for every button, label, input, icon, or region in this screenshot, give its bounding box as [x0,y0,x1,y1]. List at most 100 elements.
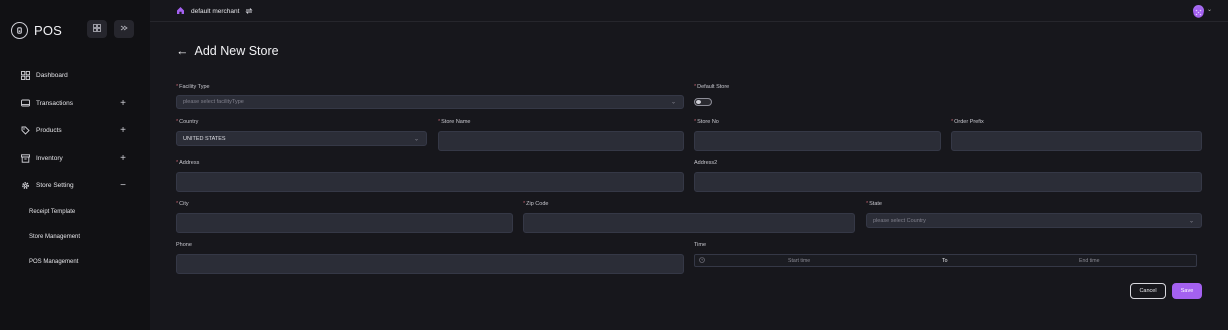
switch-icon[interactable] [245,7,254,17]
collapse-icon [120,24,128,34]
store-name-input[interactable] [438,131,684,151]
chevron-down-icon: ⌄ [1188,218,1194,224]
address-label: *Address [176,160,199,166]
address2-label: Address2 [694,160,718,166]
required-mark: * [694,119,697,125]
state-select[interactable]: please select Country ⌄ [866,213,1202,228]
sidebar-nav: Dashboard Transactions + Products + Inve… [0,62,150,275]
merchant-switcher[interactable]: default merchant [176,6,254,17]
sidebar-subitem-store-management[interactable]: Store Management [0,225,150,250]
required-mark: * [176,119,179,125]
archive-icon [20,153,30,163]
start-time-input[interactable]: Start time [788,258,810,264]
clock-icon [699,256,705,265]
phone-label: Phone [176,242,192,248]
store-no-label: *Store No [694,119,719,125]
state-label: *State [866,201,882,207]
expand-icon[interactable]: + [120,98,126,109]
required-mark: * [523,201,526,207]
required-mark: * [951,119,954,125]
sidebar-subitem-label: Store Management [29,234,81,240]
sidebar: POS Dashboard Transactions + Products + … [0,0,150,330]
required-mark: * [176,201,179,207]
chevron-down-icon: ⌄ [670,99,676,106]
sidebar-subitem-label: POS Management [29,259,79,265]
time-label: Time [694,242,707,248]
city-input[interactable] [176,213,513,233]
topbar: default merchant ⌄ [150,0,1228,22]
grid-icon [93,24,101,34]
save-button[interactable]: Save [1172,283,1202,299]
facility-type-label-text: Facility Type [179,84,210,90]
sidebar-subitem-receipt-template[interactable]: Receipt Template [0,200,150,225]
country-label-text: Country [179,119,199,125]
order-prefix-label: *Order Prefix [951,119,984,125]
sidebar-item-label: Dashboard [36,72,68,80]
store-no-label-text: Store No [697,119,719,125]
address-input[interactable] [176,172,684,192]
home-icon [176,6,185,17]
required-mark: * [866,201,869,207]
app-root: POS Dashboard Transactions + Products + … [0,0,1228,330]
time-range-picker[interactable]: Start time To End time [694,254,1197,267]
facility-type-label: *Facility Type [176,84,210,90]
gear-icon [20,181,30,191]
default-store-label-text: Default Store [697,84,730,90]
merchant-name: default merchant [191,8,240,15]
app-name: POS [34,23,63,38]
required-mark: * [438,119,441,125]
sidebar-item-label: Store Setting [36,182,74,190]
expand-icon[interactable]: + [120,153,126,164]
back-arrow-icon[interactable]: ← [176,44,189,58]
page-header: ← Add New Store [176,44,279,58]
store-name-label: *Store Name [438,119,471,125]
chevron-down-icon[interactable]: ⌄ [1207,6,1212,13]
end-time-input[interactable]: End time [1079,258,1099,264]
collapse-group-icon[interactable]: − [120,180,126,191]
collapse-sidebar-button[interactable] [114,20,134,38]
city-label-text: City [179,201,189,207]
pos-logo-icon [11,22,28,39]
state-label-text: State [869,201,882,207]
state-placeholder: please select Country [873,217,926,224]
store-name-label-text: Store Name [441,119,471,125]
order-prefix-label-text: Order Prefix [954,119,984,125]
required-mark: * [176,160,179,166]
country-value: UNITED STATES [183,135,226,142]
avatar[interactable] [1193,5,1204,18]
sidebar-subitem-pos-management[interactable]: POS Management [0,250,150,275]
time-separator: To [942,257,948,264]
sidebar-item-label: Products [36,127,62,135]
sidebar-item-store-setting[interactable]: Store Setting − [0,172,150,200]
store-no-input[interactable] [694,131,941,151]
required-mark: * [176,84,179,90]
sidebar-item-transactions[interactable]: Transactions + [0,90,150,118]
sidebar-item-inventory[interactable]: Inventory + [0,145,150,173]
address2-input[interactable] [694,172,1202,192]
country-select[interactable]: UNITED STATES ⌄ [176,131,427,146]
country-label: *Country [176,119,198,125]
sidebar-subitem-label: Receipt Template [29,209,76,215]
expand-icon[interactable]: + [120,125,126,136]
chevron-down-icon: ⌄ [413,136,419,142]
zip-code-label-text: Zip Code [526,201,549,207]
dashboard-icon [20,71,30,81]
page-title: Add New Store [194,44,279,58]
grid-button[interactable] [87,20,107,38]
app-logo[interactable]: POS [11,22,62,39]
tag-icon [20,126,30,136]
sidebar-item-products[interactable]: Products + [0,117,150,145]
facility-type-select[interactable]: please select facilityType ⌄ [176,95,684,109]
default-store-toggle[interactable] [694,98,712,106]
city-label: *City [176,201,189,207]
sidebar-item-label: Inventory [36,154,63,162]
zip-code-input[interactable] [523,213,855,233]
address-label-text: Address [179,160,200,166]
order-prefix-input[interactable] [951,131,1202,151]
sidebar-item-label: Transactions [36,99,73,107]
facility-type-placeholder: please select facilityType [183,99,244,105]
required-mark: * [694,84,697,90]
cancel-button[interactable]: Cancel [1130,283,1166,299]
phone-input[interactable] [176,254,684,274]
sidebar-item-dashboard[interactable]: Dashboard [0,62,150,90]
